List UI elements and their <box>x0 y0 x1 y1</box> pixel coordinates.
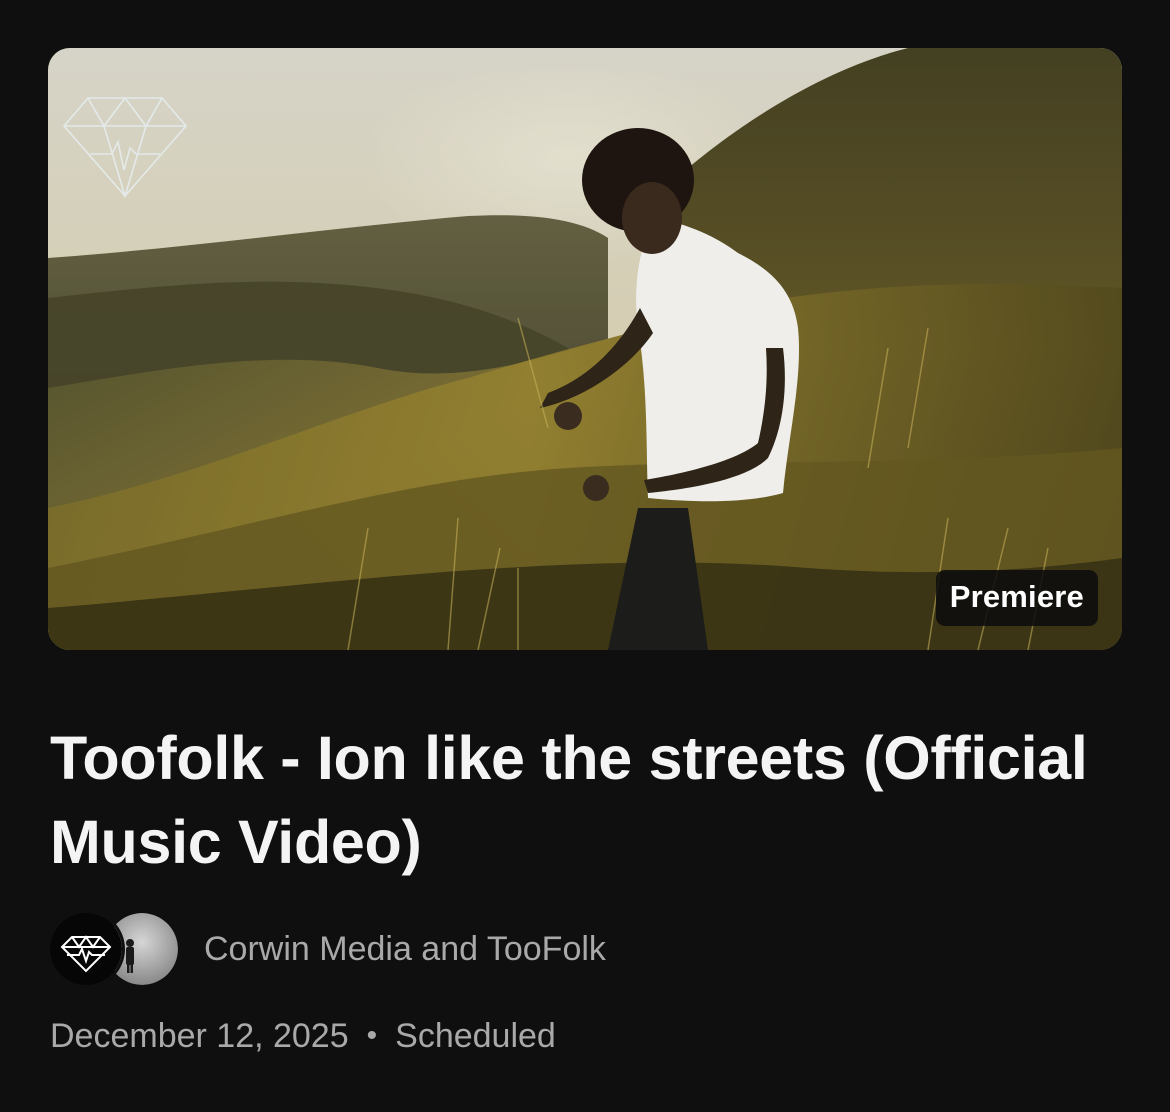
thumbnail-image <box>48 48 1122 650</box>
corwin-media-avatar[interactable] <box>50 913 122 985</box>
diamond-heartbeat-logo-icon <box>62 96 188 198</box>
premiere-badge: Premiere <box>935 570 1098 626</box>
channel-row[interactable]: Corwin Media and TooFolk <box>50 913 606 985</box>
channel-names[interactable]: Corwin Media and TooFolk <box>204 929 606 969</box>
video-card: Premiere Toofolk - Ion like the streets … <box>0 0 1170 1112</box>
video-thumbnail[interactable]: Premiere <box>48 48 1122 650</box>
video-meta: December 12, 2025 • Scheduled <box>50 1014 556 1058</box>
meta-separator: • <box>366 1019 378 1052</box>
channel-avatars[interactable] <box>50 913 180 985</box>
diamond-heartbeat-logo-icon <box>50 913 122 985</box>
status-label: Scheduled <box>395 1017 556 1055</box>
video-title[interactable]: Toofolk - Ion like the streets (Official… <box>50 716 1130 884</box>
premiere-date: December 12, 2025 <box>50 1017 349 1055</box>
